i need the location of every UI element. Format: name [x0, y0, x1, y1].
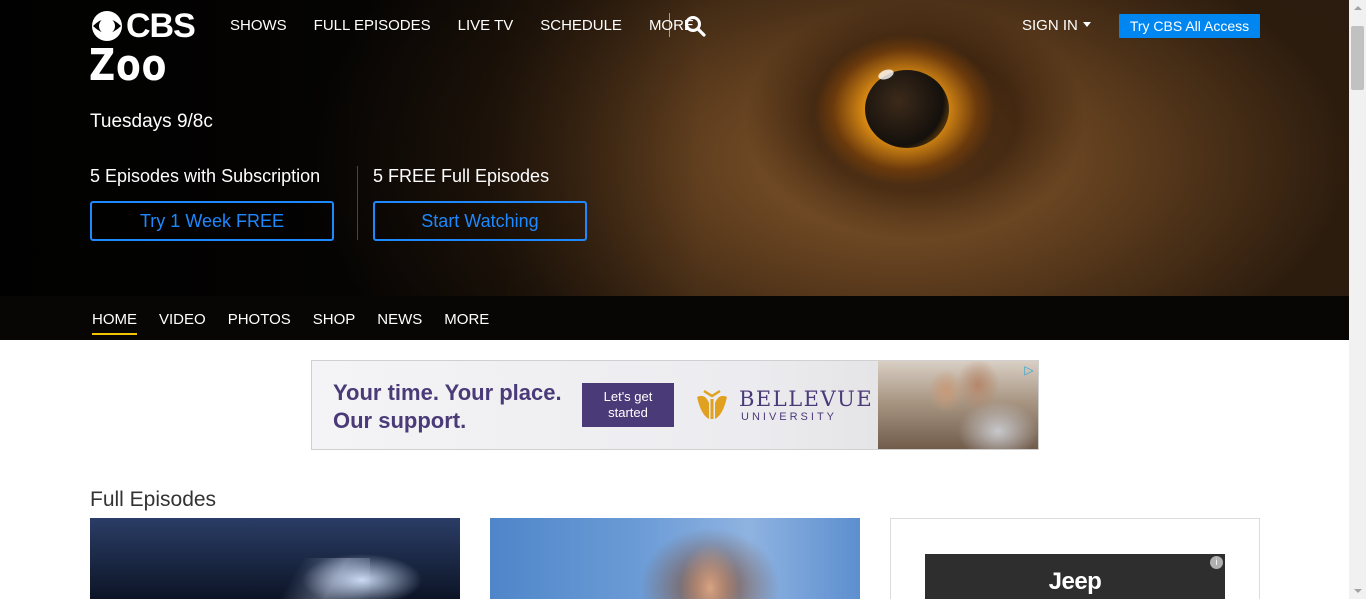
logo-text: CBS — [126, 7, 196, 45]
free-episodes-column: 5 FREE Full Episodes Start Watching — [373, 165, 587, 241]
show-subnav: HOME VIDEO PHOTOS SHOP NEWS MORE — [0, 296, 1349, 340]
airtime: Tuesdays 9/8c — [90, 111, 213, 132]
cbs-eye-icon — [92, 11, 122, 41]
subscription-label: 5 Episodes with Subscription — [90, 166, 321, 186]
banner-ad[interactable]: Your time. Your place. Our support. Let'… — [311, 360, 1039, 450]
top-navigation: CBS SHOWS FULL EPISODES LIVE TV SCHEDULE… — [0, 0, 1349, 50]
free-episodes-label: 5 FREE Full Episodes — [373, 166, 550, 186]
jeep-logo: Jeep — [1048, 568, 1102, 595]
subnav-news[interactable]: NEWS — [377, 311, 422, 329]
sign-in-menu[interactable]: SIGN IN — [1022, 17, 1091, 35]
start-watching-button[interactable]: Start Watching — [373, 201, 587, 241]
sidebar-ad-container: Jeep i — [890, 518, 1260, 599]
nav-schedule[interactable]: SCHEDULE — [540, 17, 622, 35]
adchoices-icon[interactable]: ▷ — [1022, 363, 1036, 377]
subnav-more[interactable]: MORE — [444, 311, 489, 329]
full-episodes-heading: Full Episodes — [90, 488, 217, 511]
sign-in-label: SIGN IN — [1022, 17, 1078, 34]
nav-shows[interactable]: SHOWS — [230, 17, 287, 35]
show-title: Zoo — [89, 40, 168, 91]
episode-thumbnail[interactable] — [90, 518, 460, 599]
column-divider — [357, 166, 358, 240]
jeep-ad[interactable]: Jeep i — [925, 554, 1225, 599]
ad-cta-button[interactable]: Let's get started — [582, 383, 674, 427]
try-week-free-button[interactable]: Try 1 Week FREE — [90, 201, 334, 241]
caret-down-icon — [1082, 22, 1091, 27]
subnav-photos[interactable]: PHOTOS — [228, 311, 291, 329]
scroll-up-icon[interactable] — [1354, 6, 1362, 10]
ad-headline: Your time. Your place. Our support. — [333, 380, 562, 433]
ad-info-icon[interactable]: i — [1210, 556, 1223, 569]
subnav-home[interactable]: HOME — [92, 311, 137, 335]
ad-family-photo — [878, 361, 1038, 449]
nav-divider — [669, 13, 670, 37]
scroll-thumb[interactable] — [1351, 26, 1364, 90]
main-nav-links: SHOWS FULL EPISODES LIVE TV SCHEDULE MOR… — [230, 17, 721, 35]
page: CBS SHOWS FULL EPISODES LIVE TV SCHEDULE… — [0, 0, 1349, 599]
subnav-shop[interactable]: SHOP — [313, 311, 356, 329]
nav-live-tv[interactable]: LIVE TV — [458, 17, 514, 35]
try-all-access-button[interactable]: Try CBS All Access — [1119, 14, 1260, 38]
tiger-eye-image — [865, 70, 949, 148]
ad-brand: BELLEVUE — [739, 387, 874, 411]
scroll-down-icon[interactable] — [1354, 589, 1362, 593]
subscription-column: 5 Episodes with Subscription Try 1 Week … — [90, 165, 334, 241]
episode-thumbnail[interactable] — [490, 518, 860, 599]
vertical-scrollbar[interactable] — [1349, 0, 1366, 599]
ad-brand-sub: UNIVERSITY — [741, 411, 838, 423]
bellevue-logo-icon — [697, 389, 727, 419]
nav-full-episodes[interactable]: FULL EPISODES — [314, 17, 431, 35]
cbs-logo[interactable]: CBS — [90, 7, 210, 45]
search-icon[interactable] — [684, 15, 706, 37]
subnav-video[interactable]: VIDEO — [159, 311, 206, 329]
